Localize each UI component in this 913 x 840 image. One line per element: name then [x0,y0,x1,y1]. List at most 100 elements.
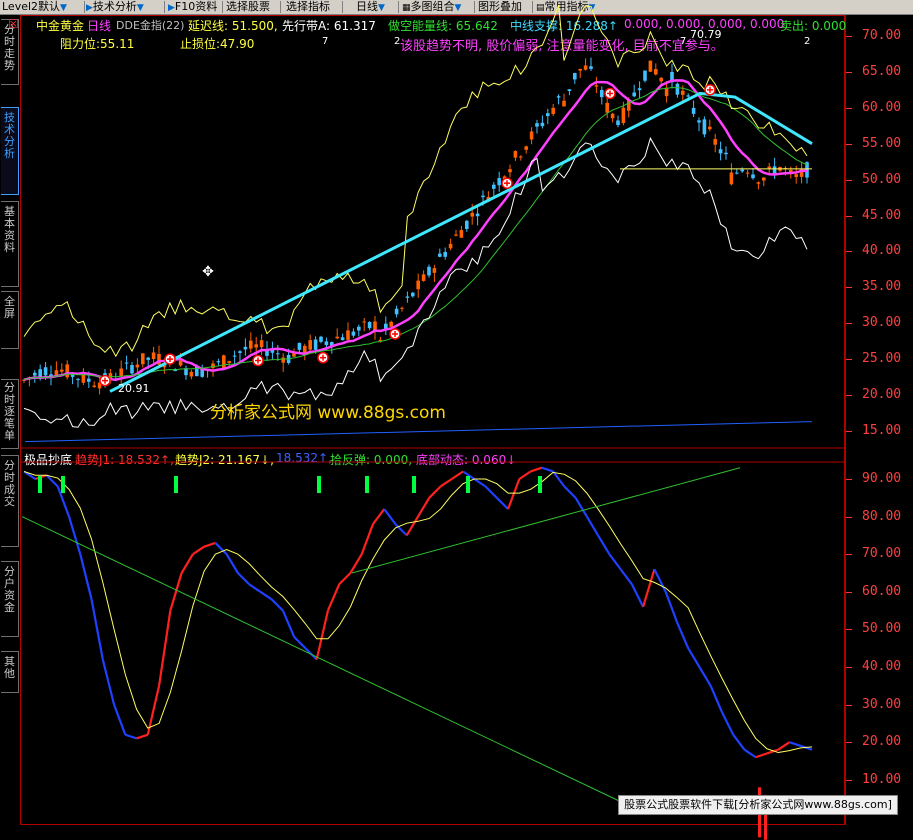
axis-tick [846,479,852,480]
axis-tick [846,742,852,744]
side-tab-bar: 分时走势 技术分析 基本资料 全屏 分时逐笔单 分时成交 分户资金 其他 [0,15,21,835]
toolbar-label: 选择股票 [226,0,270,13]
tab-basic-info[interactable]: 基本资料 [1,201,19,287]
dropdown-arrow-icon: ▼ [60,3,67,13]
toolbar-divider [474,1,475,13]
bottom-dynamic-value: 底部动态: 0.060↓ [416,453,517,467]
price-tick-label: 15.00 [862,422,902,438]
mid-support-value: 中线支撑: 16.288↑ [510,19,618,33]
tab-label: 全屏 [4,295,15,320]
close-icon[interactable]: ☒ [8,17,19,31]
toolbar-divider [164,1,165,13]
sub-tick-label: 30.00 [862,696,902,712]
sub-indicator-name[interactable]: 极品抄底 [24,451,72,468]
toolbar-multi-chart[interactable]: ▦多图组合▼ [402,0,461,14]
period-label: 日线 [87,19,112,33]
toolbar-label: 技术分析 [92,0,137,13]
toolbar-divider [342,1,343,13]
tab-label: 其他 [4,655,15,680]
axis-tick [846,516,852,518]
stock-name: 中金黄金 [36,19,85,33]
dropdown-arrow-icon: ▼ [378,3,385,13]
toolbar-select-indicator[interactable]: 选择指标 [286,0,330,14]
tab-account-funds[interactable]: 分户资金 [1,561,19,637]
tab-label: 分时逐笔单 [4,381,15,442]
tab-label: 技术分析 [4,111,15,160]
axis-tick [846,71,852,73]
price-tick-label: 20.00 [862,387,902,402]
axis-tick [846,430,852,432]
sub-tick-label: 40.00 [862,659,902,674]
axis-tick [846,629,852,631]
indicator-name[interactable]: DDE金指(22) [116,17,184,33]
marker-count: 7 [680,36,687,47]
axis-tick [846,554,852,556]
marker-count: 2 [394,36,401,47]
price-tick-label: 30.00 [862,315,902,331]
toolbar-tech-analysis[interactable]: ▶技术分析▼ [86,0,144,14]
marker-count: 2 [804,36,811,47]
toolbar-common-indicators[interactable]: ▤常用指标▼ [536,0,595,14]
axis-tick [846,251,852,253]
arrow-icon: ▶ [86,3,93,13]
toolbar-divider [84,1,85,13]
tab-other[interactable]: 其他 [1,651,19,693]
crosshair-cursor-icon: ✥ [202,264,214,280]
marker-count: 7 [322,36,329,47]
price-tick-label: 60.00 [862,99,902,115]
axis-tick [846,395,852,396]
tab-fullscreen[interactable]: 全屏 [1,291,19,349]
sub-tick-label: 80.00 [862,508,902,524]
toolbar-level2-menu[interactable]: Level2默认▼ [2,0,67,14]
toolbar-label: 选择指标 [286,0,330,13]
delay-line-value: 延迟线: 51.500, [188,19,278,33]
lead-band-value: 先行带A: 61.317 [282,19,376,33]
price-tick-label: 25.00 [862,351,902,367]
toolbar-label: 多图组合 [410,0,455,13]
tab-technical-analysis[interactable]: 技术分析 [1,107,19,195]
sub-tick-label: 60.00 [862,583,902,599]
top-toolbar: Level2默认▼ ▶技术分析▼ ▶F10资料 选择股票 选择指标 日线▼ ▦多… [0,0,913,15]
tab-label: 基本资料 [4,205,15,254]
toolbar-label: 日线 [356,0,378,13]
axis-tick [846,323,852,325]
grid-icon: ▦ [402,3,411,13]
toolbar-period[interactable]: 日线▼ [356,0,385,14]
axis-tick [846,591,852,593]
watermark-text: 分析家公式网 www.88gs.com [210,403,446,423]
axis-tick [846,667,852,668]
tab-time-trades[interactable]: 分时成交 [1,455,19,547]
tab-tick-detail[interactable]: 分时逐笔单 [1,379,19,449]
dropdown-arrow-icon: ▼ [136,3,144,13]
axis-tick [846,179,852,181]
toolbar-overlay[interactable]: 图形叠加 [478,0,522,14]
resistance-value: 阻力位:55.11 [60,37,135,51]
toolbar-divider [280,1,281,13]
sub-tick-label: 90.00 [862,471,902,486]
toolbar-f10[interactable]: ▶F10资料 [168,0,217,14]
price-tick-label: 40.00 [862,243,902,259]
toolbar-select-stock[interactable]: 选择股票 [226,0,270,14]
toolbar-divider [532,1,533,13]
rebound-value: 拾反弹: 0.000, [330,453,413,467]
axis-tick [846,215,852,217]
toolbar-divider [222,1,223,13]
toolbar-label: 图形叠加 [478,0,522,13]
arrow-icon: ▶ [168,3,175,13]
axis-tick [846,287,852,289]
doc-icon: ▤ [536,3,545,13]
trend-j2-value: 趋势J2: 21.167↓, [175,453,274,467]
toolbar-label: 常用指标 [544,0,589,13]
toolbar-divider [398,1,399,13]
price-tick-label: 35.00 [862,279,902,295]
axis-tick [846,107,852,109]
stop-loss-value: 止损位:47.90 [180,37,255,51]
trend-j3-value: 18.532↑, [276,451,332,465]
axis-tick [846,143,852,145]
tab-label: 分时成交 [4,459,15,508]
trend-warning-text: 该股趋势不明, 股价偏弱, 注意量能变化, 目前不宜参与。 [400,39,724,54]
sub-tick-label: 50.00 [862,621,902,637]
footer-banner[interactable]: 股票公式股票软件下载[分析家公式网www.88gs.com] [618,795,898,815]
toolbar-label: F10资料 [174,0,218,13]
sub-tick-label: 70.00 [862,546,902,562]
